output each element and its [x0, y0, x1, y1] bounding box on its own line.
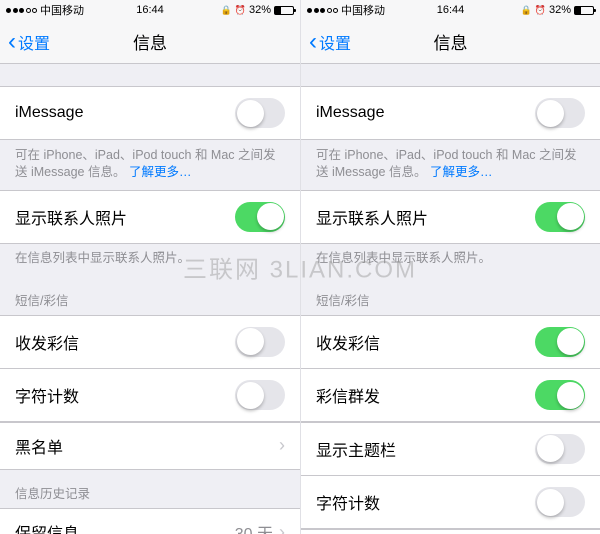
show-contact-photo-footer: 在信息列表中显示联系人照片。	[301, 243, 600, 276]
cell-blacklist[interactable]: 黑名单 ›	[301, 529, 600, 534]
cell-char-count[interactable]: 字符计数	[301, 475, 600, 529]
keep-messages-value: 30 天	[235, 520, 273, 534]
settings-body: iMessage 可在 iPhone、iPad、iPod touch 和 Mac…	[301, 64, 600, 534]
header-sms: 短信/彩信	[0, 276, 300, 315]
phone-left: 中国移动 16:44 🔒 ⏰ 32% ‹ 设置 信息 iMessage	[0, 0, 300, 534]
switch-char-count[interactable]	[535, 487, 585, 517]
switch-show-contact-photo[interactable]	[535, 202, 585, 232]
cell-show-contact-photo[interactable]: 显示联系人照片	[0, 190, 300, 244]
chevron-right-icon: ›	[279, 435, 285, 456]
page-title: 信息	[0, 29, 300, 54]
show-contact-photo-label: 显示联系人照片	[316, 205, 428, 229]
page-title: 信息	[301, 29, 600, 54]
status-time: 16:44	[301, 4, 600, 16]
show-contact-photo-footer: 在信息列表中显示联系人照片。	[0, 243, 300, 276]
mms-label: 收发彩信	[15, 330, 79, 354]
settings-body: iMessage 可在 iPhone、iPad、iPod touch 和 Mac…	[0, 64, 300, 534]
switch-mms[interactable]	[235, 327, 285, 357]
battery-icon	[574, 6, 594, 15]
imessage-label: iMessage	[316, 104, 384, 122]
header-sms: 短信/彩信	[301, 276, 600, 315]
cell-mms-group[interactable]: 彩信群发	[301, 368, 600, 422]
switch-imessage[interactable]	[235, 98, 285, 128]
imessage-footer: 可在 iPhone、iPad、iPod touch 和 Mac 之间发送 iMe…	[301, 140, 600, 190]
blacklist-label: 黑名单	[15, 434, 63, 458]
status-bar: 中国移动 16:44 🔒 ⏰ 32%	[301, 0, 600, 20]
char-count-label: 字符计数	[15, 383, 79, 407]
cell-keep-messages[interactable]: 保留信息 30 天 ›	[0, 508, 300, 534]
subject-field-label: 显示主题栏	[316, 437, 396, 461]
header-history: 信息历史记录	[0, 469, 300, 508]
chevron-right-icon: ›	[279, 522, 285, 534]
status-bar: 中国移动 16:44 🔒 ⏰ 32%	[0, 0, 300, 20]
cell-mms[interactable]: 收发彩信	[0, 315, 300, 369]
cell-char-count[interactable]: 字符计数	[0, 368, 300, 422]
switch-imessage[interactable]	[535, 98, 585, 128]
show-contact-photo-label: 显示联系人照片	[15, 205, 127, 229]
imessage-footer: 可在 iPhone、iPad、iPod touch 和 Mac 之间发送 iMe…	[0, 140, 300, 190]
status-time: 16:44	[0, 4, 300, 16]
char-count-label: 字符计数	[316, 490, 380, 514]
mms-group-label: 彩信群发	[316, 383, 380, 407]
phone-right: 中国移动 16:44 🔒 ⏰ 32% ‹ 设置 信息 iMessage	[300, 0, 600, 534]
cell-imessage[interactable]: iMessage	[301, 86, 600, 140]
learn-more-link[interactable]: 了解更多…	[129, 165, 192, 179]
mms-label: 收发彩信	[316, 330, 380, 354]
imessage-label: iMessage	[15, 104, 83, 122]
switch-mms-group[interactable]	[535, 380, 585, 410]
switch-mms[interactable]	[535, 327, 585, 357]
switch-subject-field[interactable]	[535, 434, 585, 464]
cell-imessage[interactable]: iMessage	[0, 86, 300, 140]
cell-show-contact-photo[interactable]: 显示联系人照片	[301, 190, 600, 244]
cell-subject-field[interactable]: 显示主题栏	[301, 422, 600, 476]
switch-show-contact-photo[interactable]	[235, 202, 285, 232]
cell-blacklist[interactable]: 黑名单 ›	[0, 422, 300, 470]
switch-char-count[interactable]	[235, 380, 285, 410]
battery-icon	[274, 6, 294, 15]
nav-bar: ‹ 设置 信息	[301, 20, 600, 64]
cell-mms[interactable]: 收发彩信	[301, 315, 600, 369]
nav-bar: ‹ 设置 信息	[0, 20, 300, 64]
learn-more-link[interactable]: 了解更多…	[430, 165, 493, 179]
keep-messages-label: 保留信息	[15, 520, 79, 534]
